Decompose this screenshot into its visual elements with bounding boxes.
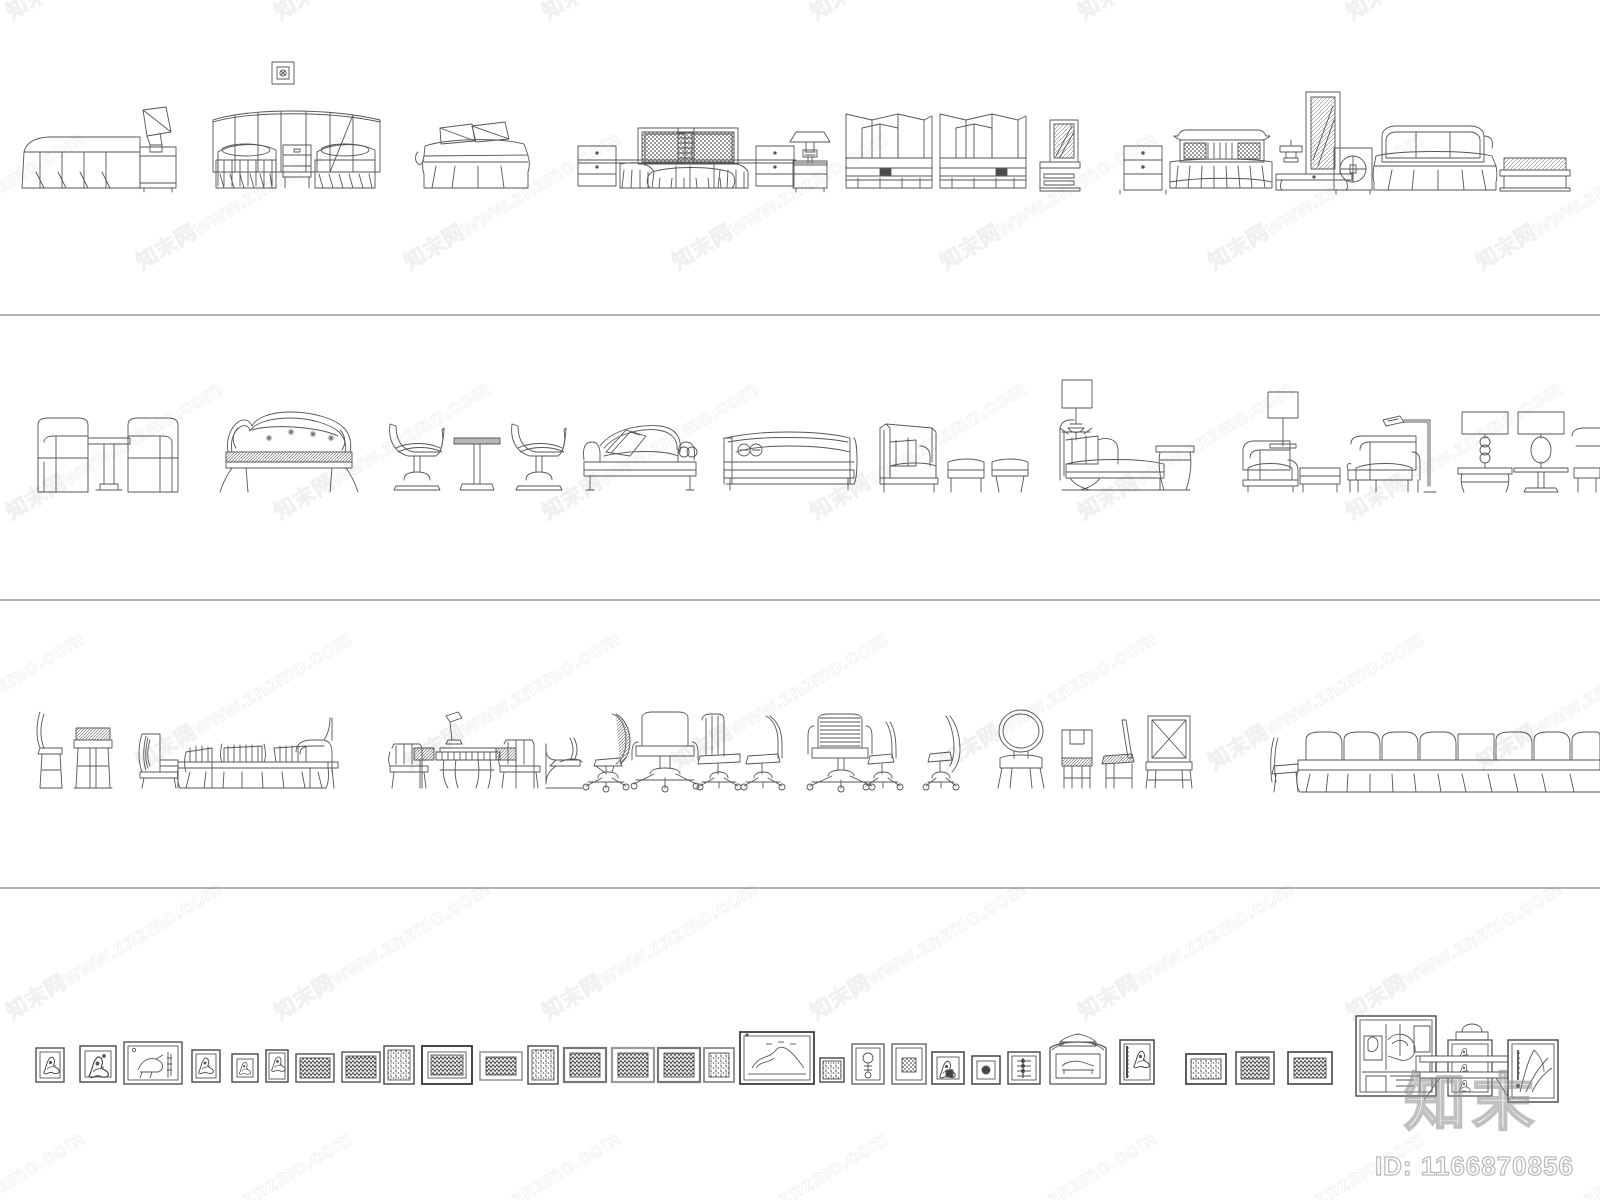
framed-art-26 [1185,1053,1227,1085]
bed-with-two-nightstands [577,127,797,189]
ottoman-tapered [991,458,1029,493]
rolled-arm-sofa-with-pillows [583,425,698,491]
platform-bed-a [845,113,933,189]
skirted-bed-with-nightstand-lamp [21,106,177,193]
club-chair-with-ottoman-and-lamp [1242,391,1341,493]
lamp-table-pair [1457,411,1600,493]
stool-chair-side [922,715,961,791]
framed-art-11 [479,1051,523,1081]
framed-art-6 [265,1049,289,1083]
executive-chair-front [630,711,700,793]
bedroom-elevations-row [21,61,1571,195]
framed-art-4 [191,1049,221,1083]
framed-art-5 [231,1053,259,1083]
platform-bed-b [939,113,1027,189]
round-table-with-armchairs [388,711,541,789]
framed-art-8 [341,1051,381,1083]
dressing-bed-with-mirror [1119,91,1353,195]
daybed-with-floor-lamp [1059,379,1195,491]
document-id-label: ID: 1166870856 [1374,1150,1574,1181]
bar-stool-front-view [73,727,113,789]
framed-art-2 [79,1045,117,1083]
upholstered-bench [1499,157,1571,192]
skirted-dining-table-with-chairs [138,717,339,789]
framed-art-14 [610,1046,656,1084]
framed-art-16 [703,1047,735,1083]
tight-back-sofa [723,431,858,491]
framed-art-3 [123,1041,183,1085]
swivel-lounge-chair-right [511,423,567,491]
swivel-lounge-chair-left [389,423,445,491]
framed-art-1 [35,1047,65,1083]
ottoman-square [947,458,985,493]
framed-art-13 [562,1046,608,1084]
console-with-mirror [1039,119,1081,192]
brand-mark: 知末 [1403,1068,1540,1139]
side-chair-profile [1101,719,1135,789]
oval-back-side-chair [997,709,1045,789]
framed-art-19 [851,1043,885,1085]
framed-art-23 [1007,1051,1041,1085]
mesh-task-chair-side [582,713,631,793]
bar-stool-side-view [36,711,63,789]
wing-armchair [879,423,939,493]
cantilever-visitor-chair [545,737,583,789]
cad-drawing-sheet [0,0,1600,1200]
banquet-table-with-chairs [1270,731,1600,793]
task-chair-side [740,715,786,791]
framed-art-25 [1119,1039,1155,1085]
framed-art-20 [891,1043,927,1085]
framed-art-18 [819,1057,845,1083]
armchair-with-reading-lamp [1346,415,1437,493]
two-armchairs-pedestal-table [37,417,179,493]
framed-art-27 [1235,1051,1275,1085]
cross-back-dining-chair [1145,715,1193,789]
framed-art-9 [383,1045,415,1085]
modern-bed-nightstand [1333,125,1498,195]
nightstand-table-lamp [789,131,831,193]
living-room-elevations-row [37,379,1600,493]
framed-art-12 [527,1045,559,1085]
pedestal-cocktail-table [453,437,501,491]
row-separators [0,314,1600,889]
framed-art-10 [421,1045,473,1085]
framed-art-22 [971,1055,1001,1085]
dining-office-seating-row [36,709,1600,793]
small-side-chair-front [1061,729,1093,789]
task-chair-back [696,713,742,791]
framed-art-24 [1049,1033,1107,1085]
twin-beds-curved-headboard [212,61,381,189]
wall-art-row [35,1015,1559,1103]
queen-bed-pillows [415,121,530,189]
framed-art-17 [739,1031,815,1085]
antique-chaise-longue [219,411,359,493]
framed-art-21 [931,1051,965,1085]
ribbed-executive-chair [806,713,876,793]
framed-art-15 [656,1046,702,1084]
framed-art-7 [295,1053,335,1083]
drafting-chair-side [862,721,904,791]
framed-art-28 [1287,1051,1333,1085]
